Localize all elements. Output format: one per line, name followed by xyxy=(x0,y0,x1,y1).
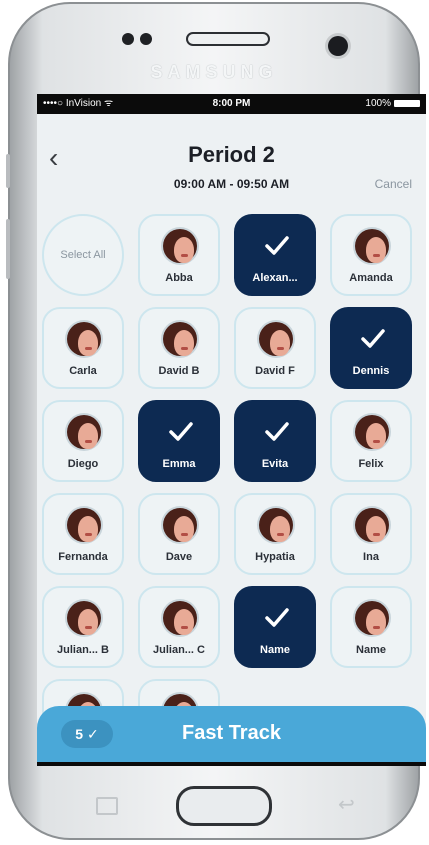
student-tile[interactable]: Diego xyxy=(42,400,124,482)
sensor-dot xyxy=(122,33,134,45)
student-tile[interactable]: Name xyxy=(234,586,316,668)
checkmark-icon xyxy=(361,329,385,348)
avatar xyxy=(257,506,295,544)
select-all-button[interactable]: Select All xyxy=(42,214,124,296)
student-tile[interactable]: Amanda xyxy=(330,214,412,296)
student-tile[interactable]: David B xyxy=(138,307,220,389)
student-name: Carla xyxy=(69,365,97,377)
student-tile[interactable]: Julian... B xyxy=(42,586,124,668)
back-key-icon[interactable]: ↩ xyxy=(338,792,355,817)
student-tile[interactable]: Dave xyxy=(138,493,220,575)
select-all-label: Select All xyxy=(60,249,106,261)
volume-button xyxy=(6,219,10,279)
sensor-dot xyxy=(140,33,152,45)
avatar xyxy=(161,599,199,637)
student-tile[interactable]: Dennis xyxy=(330,307,412,389)
avatar xyxy=(161,227,199,265)
student-name: Hypatia xyxy=(255,551,295,563)
front-camera xyxy=(328,36,348,56)
student-name: Emma xyxy=(162,458,196,470)
student-tile[interactable]: Hypatia xyxy=(234,493,316,575)
student-name: Diego xyxy=(67,458,99,470)
student-tile[interactable]: Name xyxy=(330,586,412,668)
student-name: Dave xyxy=(165,551,193,563)
avatar xyxy=(65,320,103,358)
student-name: Julian... B xyxy=(57,644,109,656)
avatar xyxy=(353,227,391,265)
power-button xyxy=(6,154,10,188)
student-name: Amanda xyxy=(349,272,393,284)
avatar xyxy=(65,506,103,544)
battery-indicator: 100% xyxy=(365,94,420,114)
student-name: Alexan... xyxy=(252,272,298,284)
student-tile[interactable]: Ina xyxy=(330,493,412,575)
student-tile[interactable]: Felix xyxy=(330,400,412,482)
student-name: Name xyxy=(356,644,386,656)
home-button[interactable] xyxy=(176,786,272,826)
student-name: Felix xyxy=(358,458,384,470)
avatar xyxy=(353,599,391,637)
student-tile[interactable]: Carla xyxy=(42,307,124,389)
avatar xyxy=(65,599,103,637)
student-name: Dennis xyxy=(352,365,390,377)
period-time-range: 09:00 AM - 09:50 AM xyxy=(173,177,290,191)
fast-track-bar[interactable]: 5 ✓ Fast Track xyxy=(37,706,426,762)
speaker-grill xyxy=(186,32,270,46)
student-name: Abba xyxy=(165,272,193,284)
student-tile[interactable]: Fernanda xyxy=(42,493,124,575)
avatar xyxy=(161,506,199,544)
student-name: David F xyxy=(255,365,295,377)
checkmark-icon xyxy=(265,236,289,255)
avatar xyxy=(257,320,295,358)
status-bar: ••••○ InVision ᯤ 8:00 PM 100% xyxy=(37,94,426,114)
checkmark-icon xyxy=(265,422,289,441)
avatar xyxy=(161,320,199,358)
student-name: Evita xyxy=(261,458,289,470)
avatar xyxy=(353,506,391,544)
brand-logo: SAMSUNG xyxy=(150,62,278,82)
checkmark-icon xyxy=(169,422,193,441)
student-tile[interactable]: David F xyxy=(234,307,316,389)
screen-bottom-edge xyxy=(37,762,426,766)
student-name: Julian... C xyxy=(153,644,205,656)
student-tile[interactable]: Julian... C xyxy=(138,586,220,668)
student-name: Name xyxy=(260,644,290,656)
avatar xyxy=(353,413,391,451)
fast-track-label: Fast Track xyxy=(182,722,281,744)
student-tile[interactable]: Abba xyxy=(138,214,220,296)
avatar xyxy=(65,413,103,451)
recent-apps-icon[interactable] xyxy=(96,797,118,815)
screen: ••••○ InVision ᯤ 8:00 PM 100% ‹ Period 2… xyxy=(37,94,426,766)
student-tile[interactable]: Emma xyxy=(138,400,220,482)
student-tile[interactable]: Evita xyxy=(234,400,316,482)
battery-percent: 100% xyxy=(365,98,391,109)
student-name: Fernanda xyxy=(58,551,108,563)
battery-icon xyxy=(394,99,420,107)
student-name: Ina xyxy=(363,551,379,563)
page-title: Period 2 xyxy=(188,142,275,167)
phone-frame: SAMSUNG ••••○ InVision ᯤ 8:00 PM 100% ‹ … xyxy=(6,2,426,840)
cancel-button[interactable]: Cancel xyxy=(375,177,412,191)
student-tile[interactable]: Alexan... xyxy=(234,214,316,296)
checkmark-icon xyxy=(265,608,289,627)
student-name: David B xyxy=(158,365,200,377)
